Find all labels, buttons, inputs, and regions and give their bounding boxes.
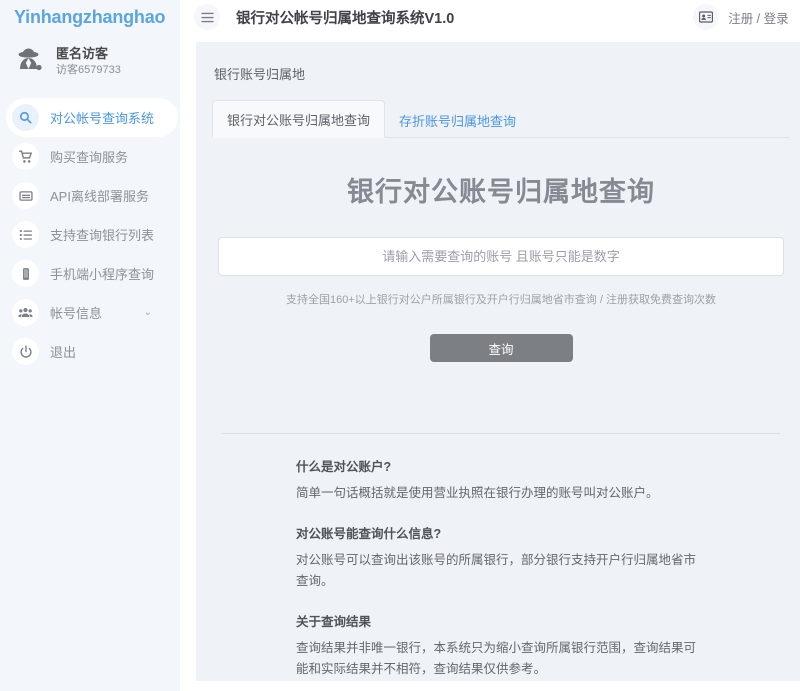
- sidebar-item-mobile-miniprogram[interactable]: 手机端小程序查询: [6, 254, 178, 293]
- sidebar-nav: 对公帐号查询系统 购买查询服务: [0, 98, 180, 371]
- faq-answer: 查询结果并非唯一银行，本系统只为缩小查询所属银行范围，查询结果可能和实际结果并不…: [296, 638, 706, 681]
- profile-text: 匿名访客 访客6579733: [56, 46, 121, 78]
- faq-question: 什么是对公账户?: [296, 456, 706, 475]
- sidebar: Yinhangzhanghao 匿名访客 访客6579733: [0, 0, 180, 691]
- card-title: 银行账号归属地: [214, 64, 790, 83]
- sidebar-item-bank-list[interactable]: 支持查询银行列表: [6, 215, 178, 254]
- content-wrapper: 银行账号归属地 银行对公账号归属地查询 存折账号归属地查询 银行对公账号归属地查…: [180, 34, 800, 691]
- faq-answer: 对公账号可以查询出该账号的所属银行，部分银行支持开户行归属地省市查询。: [296, 550, 706, 593]
- sidebar-item-query-system[interactable]: 对公帐号查询系统: [6, 98, 178, 137]
- chevron-down-icon: ⌄: [144, 307, 152, 318]
- sidebar-item-buy-service[interactable]: 购买查询服务: [6, 137, 178, 176]
- app-root: Yinhangzhanghao 匿名访客 访客6579733: [0, 0, 800, 691]
- id-card-icon[interactable]: [693, 4, 719, 30]
- profile-block: 匿名访客 访客6579733: [0, 34, 180, 90]
- content-card: 银行账号归属地 银行对公账号归属地查询 存折账号归属地查询 银行对公账号归属地查…: [196, 42, 800, 681]
- sidebar-item-account-info[interactable]: 帐号信息 ⌄: [6, 293, 178, 332]
- account-number-input[interactable]: [218, 237, 784, 276]
- sidebar-item-label: 帐号信息: [50, 303, 102, 322]
- tab-passbook-account[interactable]: 存折账号归属地查询: [385, 102, 530, 138]
- sidebar-item-api-offline[interactable]: API离线部署服务: [6, 176, 178, 215]
- mobile-icon: [12, 260, 39, 287]
- faq-section: 什么是对公账户? 简单一句话概括就是使用营业执照在银行办理的账号叫对公账户。 对…: [218, 434, 784, 681]
- topbar: 银行对公帐号归属地查询系统V1.0 注册 / 登录 ⌄: [180, 0, 800, 34]
- coverage-hint: 支持全国160+以上银行对公户所属银行及开户行归属地省市查询 / 注册获取免费查…: [218, 291, 784, 307]
- cart-icon: [12, 143, 39, 170]
- query-panel: 银行对公账号归属地查询 支持全国160+以上银行对公户所属银行及开户行归属地省市…: [212, 138, 790, 681]
- sidebar-item-label: 退出: [50, 342, 76, 361]
- login-register-link[interactable]: 注册 / 登录: [728, 8, 788, 27]
- sidebar-item-label: 对公帐号查询系统: [50, 108, 154, 127]
- brand-logo[interactable]: Yinhangzhanghao: [0, 0, 180, 34]
- faq-answer: 简单一句话概括就是使用营业执照在银行办理的账号叫对公账户。: [296, 483, 706, 505]
- power-icon: [12, 338, 39, 365]
- sidebar-item-label: API离线部署服务: [50, 186, 149, 205]
- sidebar-item-logout[interactable]: 退出: [6, 332, 178, 371]
- list-icon: [12, 221, 39, 248]
- brand-name: Yinhangzhanghao: [14, 7, 165, 28]
- spy-icon: [14, 47, 44, 77]
- query-submit-button[interactable]: 查询: [430, 334, 573, 362]
- topbar-actions: 注册 / 登录 ⌄: [693, 4, 800, 30]
- server-icon: [12, 182, 39, 209]
- profile-visitor-id: 访客6579733: [56, 64, 121, 78]
- faq-question: 关于查询结果: [296, 611, 706, 630]
- search-icon: [12, 104, 39, 131]
- sidebar-item-label: 购买查询服务: [50, 147, 128, 166]
- tab-strip: 银行对公账号归属地查询 存折账号归属地查询: [212, 99, 790, 138]
- sidebar-item-label: 支持查询银行列表: [50, 225, 154, 244]
- panel-heading: 银行对公账号归属地查询: [218, 170, 784, 209]
- faq-question: 对公账号能查询什么信息?: [296, 523, 706, 542]
- main-region: 银行对公帐号归属地查询系统V1.0 注册 / 登录 ⌄ 银行账号归属地 银行对公…: [180, 0, 800, 691]
- profile-name: 匿名访客: [56, 46, 121, 62]
- tab-corporate-account[interactable]: 银行对公账号归属地查询: [212, 100, 385, 138]
- users-icon: [12, 299, 39, 326]
- sidebar-item-label: 手机端小程序查询: [50, 264, 154, 283]
- hamburger-icon[interactable]: [194, 4, 220, 30]
- page-title: 银行对公帐号归属地查询系统V1.0: [236, 7, 454, 28]
